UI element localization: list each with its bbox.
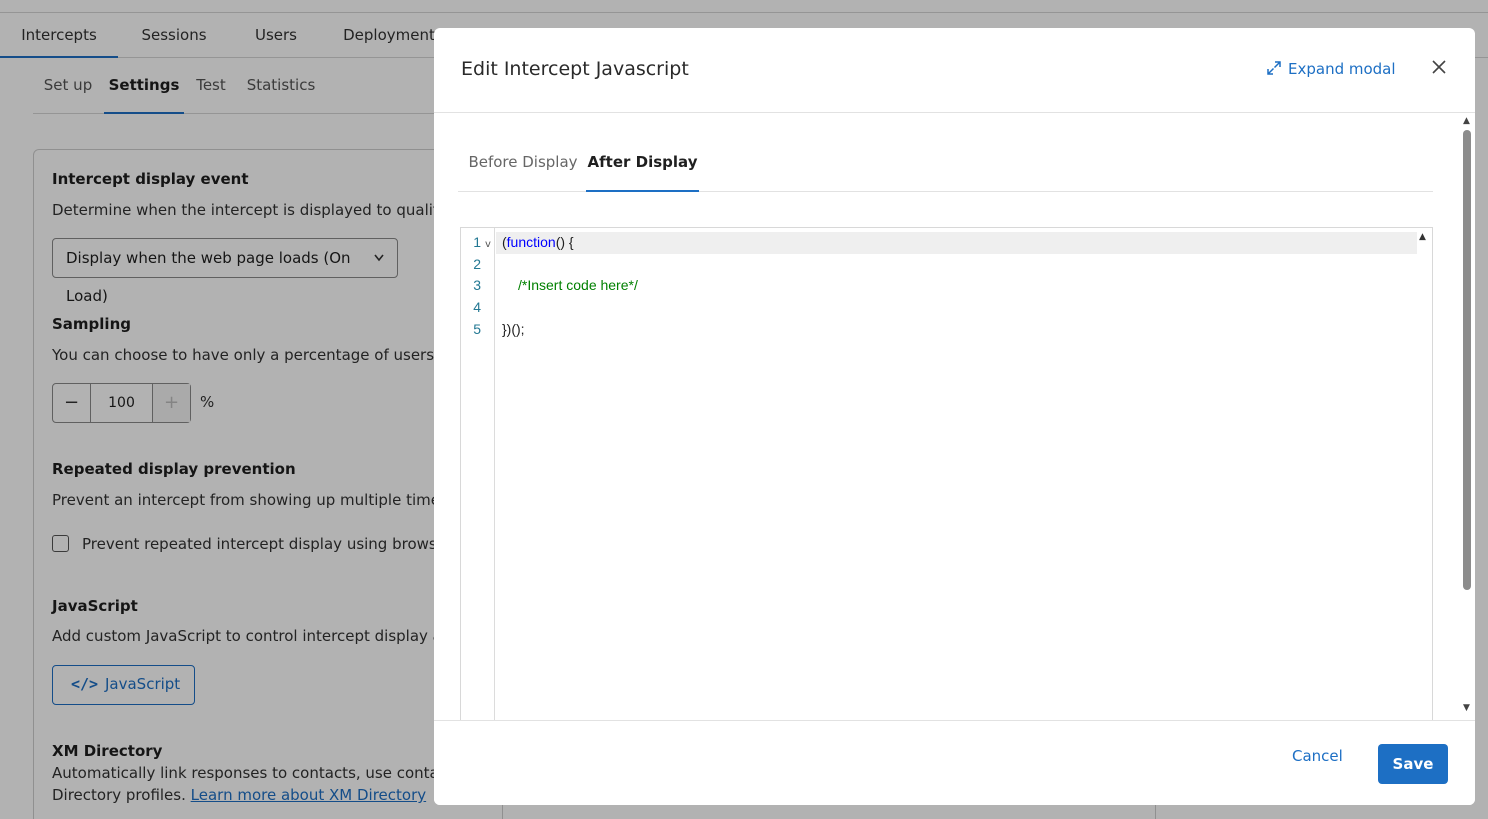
modal-footer: Cancel Save [434, 720, 1475, 805]
scroll-down-icon[interactable]: ▼ [1463, 703, 1470, 713]
editor-gutter: 1 v 2 3 4 5 [461, 228, 495, 728]
line-number: 3 [473, 277, 481, 293]
modal-title: Edit Intercept Javascript [461, 58, 689, 80]
line-number: 1 [473, 234, 481, 250]
scrollbar-thumb[interactable] [1463, 130, 1471, 590]
code-token: () { [555, 234, 574, 250]
fold-chevron-icon[interactable]: v [485, 239, 491, 250]
modal-header: Edit Intercept Javascript Expand modal [434, 28, 1475, 113]
expand-modal-label: Expand modal [1288, 60, 1396, 78]
line-number: 5 [473, 321, 481, 337]
code-keyword: function [506, 234, 556, 250]
scroll-up-icon[interactable]: ▲ [1463, 116, 1470, 126]
expand-modal-button[interactable]: Expand modal [1266, 60, 1396, 80]
line-number: 4 [473, 299, 481, 315]
code-line-3[interactable]: /*Insert code here*/ [518, 277, 638, 293]
modal-scrollbar[interactable]: ▲ ▼ [1461, 116, 1473, 716]
cancel-button[interactable]: Cancel [1292, 747, 1343, 765]
tab-after-display[interactable]: After Display [586, 140, 699, 192]
editor-scroll-up-icon[interactable]: ▲ [1419, 232, 1426, 242]
edit-javascript-modal: Edit Intercept Javascript Expand modal B… [434, 28, 1475, 805]
close-icon[interactable] [1424, 52, 1454, 82]
code-editor[interactable]: 1 v 2 3 4 5 (function() { /*Insert code … [460, 227, 1433, 728]
save-button[interactable]: Save [1378, 744, 1448, 784]
expand-icon [1266, 60, 1282, 80]
code-line-5[interactable]: })(); [502, 321, 525, 337]
javascript-tabs: Before Display After Display [458, 140, 1433, 192]
active-line-highlight [496, 232, 1417, 254]
line-number: 2 [473, 256, 481, 272]
code-line-1[interactable]: (function() { [502, 234, 574, 250]
tab-before-display[interactable]: Before Display [458, 140, 588, 192]
